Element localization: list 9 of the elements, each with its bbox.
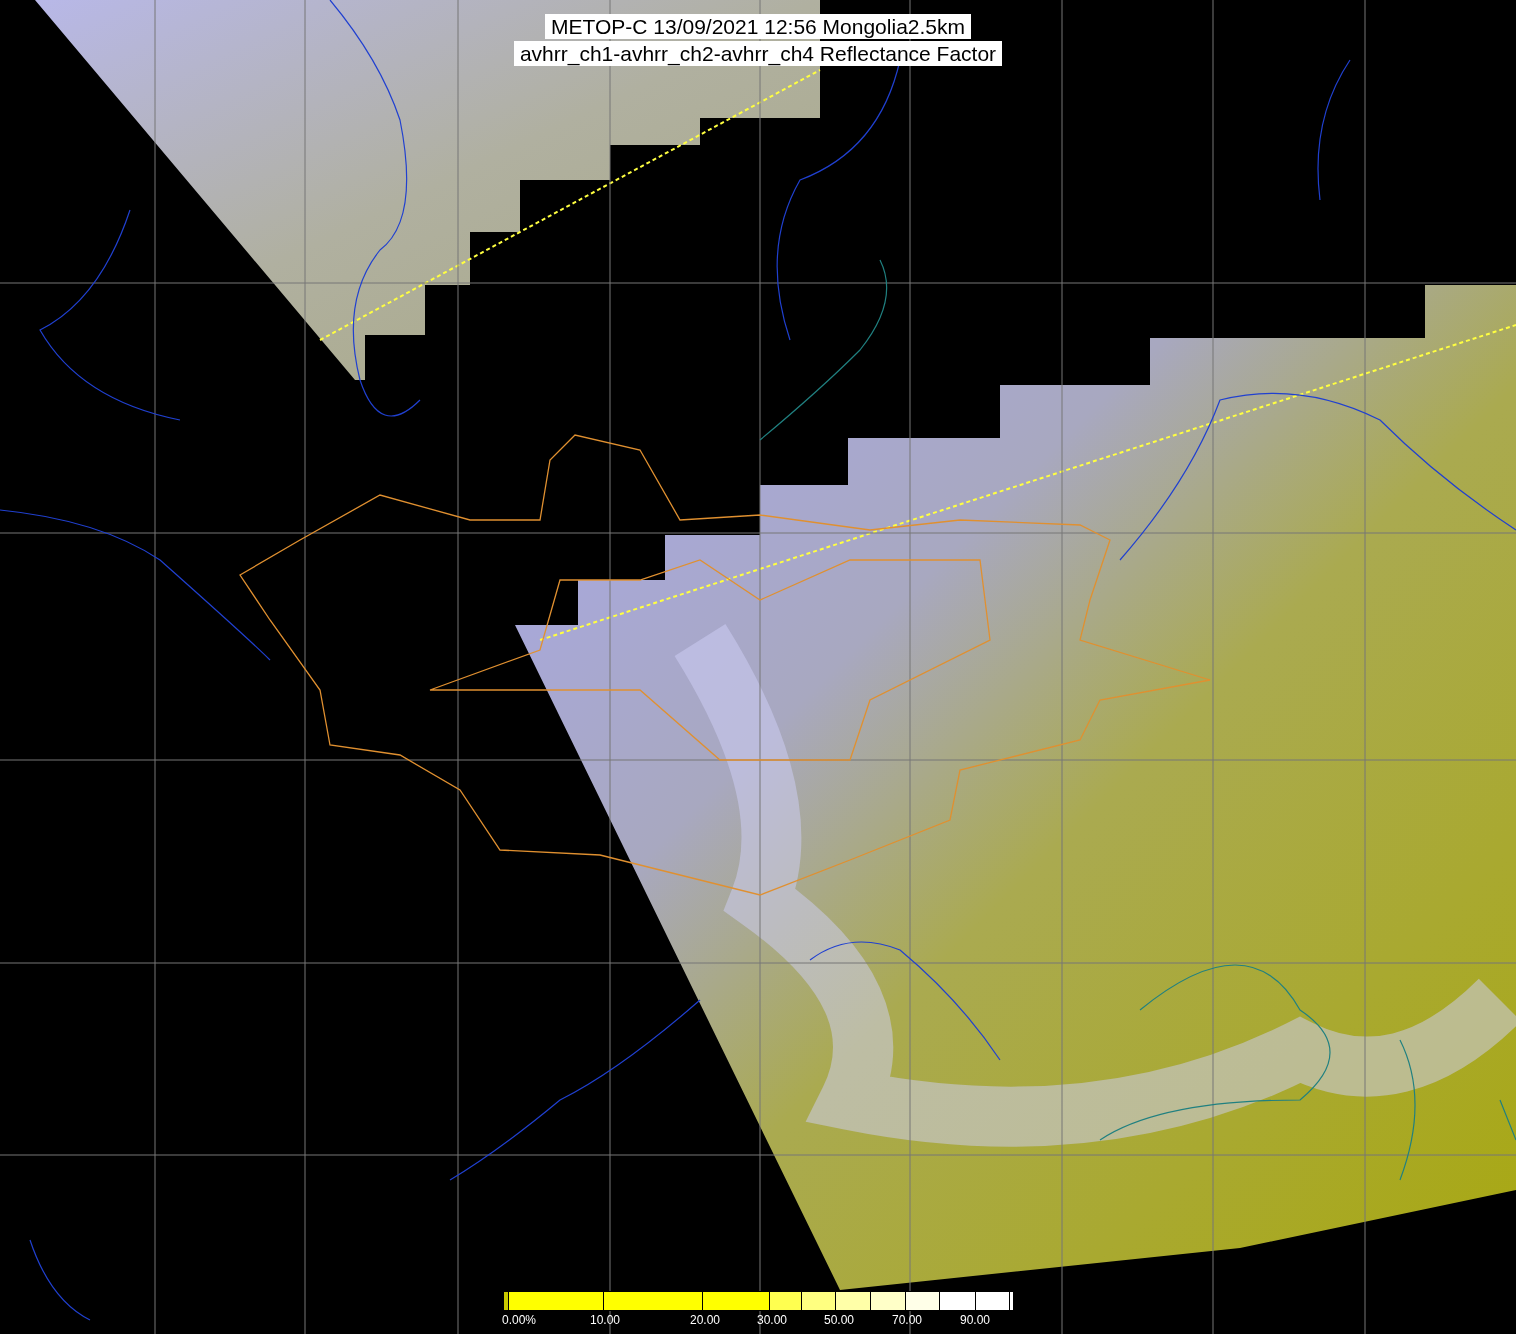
map-title: avhrr_ch1-avhrr_ch2-avhrr_ch4 Reflectance Factor bbox=[513, 41, 1003, 66]
colorbar-label: 10.00 bbox=[590, 1313, 621, 1327]
colorbar-label: 30.00 bbox=[757, 1313, 788, 1327]
map-title: METOP-C 13/09/2021 12:56 Mongolia2.5km bbox=[545, 14, 971, 39]
colorbar-label: 90.00 bbox=[960, 1313, 991, 1327]
colorbar-label: 70.00 bbox=[892, 1313, 923, 1327]
colorbar-label: 50.00 bbox=[824, 1313, 855, 1327]
colorbar-label: 20.00 bbox=[690, 1313, 721, 1327]
colorbar-label: 0.00% bbox=[502, 1313, 537, 1327]
